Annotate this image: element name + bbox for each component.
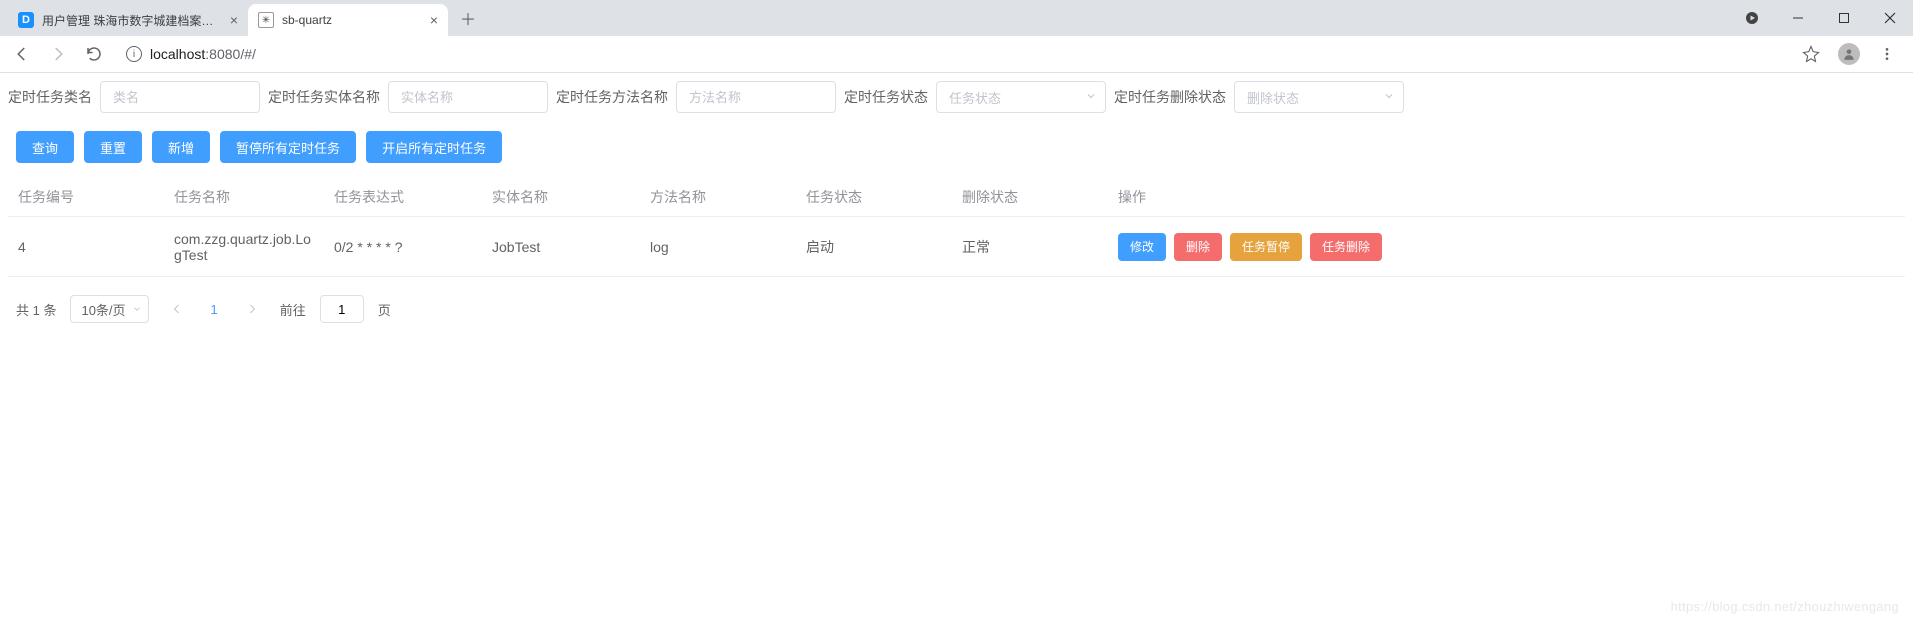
page-size-select[interactable]: 10条/页 (70, 295, 148, 323)
forward-button[interactable] (44, 40, 72, 68)
close-window-button[interactable] (1867, 0, 1913, 36)
row-delete-button[interactable]: 删除 (1174, 233, 1222, 261)
table-row: 4 com.zzg.quartz.job.LogTest 0/2 * * * *… (8, 217, 1905, 277)
next-page-button[interactable] (238, 295, 266, 323)
chevron-down-icon (1383, 90, 1395, 105)
chrome-menu-icon[interactable] (1873, 40, 1901, 68)
filter-status-select[interactable]: 任务状态 (936, 81, 1106, 113)
td-entity: JobTest (482, 239, 640, 255)
tab-bar: D 用户管理 珠海市数字城建档案管… × ✳ sb-quartz × ＋ (0, 0, 1913, 36)
td-delstatus: 正常 (952, 237, 1108, 257)
filter-entity-input[interactable] (388, 81, 548, 113)
td-ops: 修改 删除 任务暂停 任务删除 (1108, 233, 1905, 261)
row-remove-button[interactable]: 任务删除 (1310, 233, 1382, 261)
chevron-down-icon (132, 302, 142, 317)
new-tab-button[interactable]: ＋ (454, 4, 482, 32)
start-all-button[interactable]: 开启所有定时任务 (366, 131, 502, 163)
filter-delstatus-label: 定时任务删除状态 (1114, 87, 1226, 107)
td-name: com.zzg.quartz.job.LogTest (164, 231, 324, 263)
filter-method-label: 定时任务方法名称 (556, 87, 668, 107)
td-expr: 0/2 * * * * ? (324, 239, 482, 255)
filter-class-label: 定时任务类名 (8, 87, 92, 107)
th-id: 任务编号 (8, 187, 164, 207)
tab-2-favicon-icon: ✳ (258, 12, 274, 28)
tab-2-title: sb-quartz (282, 13, 422, 27)
browser-chrome: D 用户管理 珠海市数字城建档案管… × ✳ sb-quartz × ＋ (0, 0, 1913, 73)
th-method: 方法名称 (640, 187, 796, 207)
tab-1-favicon-icon: D (18, 12, 34, 28)
filter-class-input[interactable] (100, 81, 260, 113)
url-box[interactable]: i localhost:8080/#/ (116, 40, 1789, 68)
media-icon[interactable] (1729, 0, 1775, 36)
th-entity: 实体名称 (482, 187, 640, 207)
row-pause-button[interactable]: 任务暂停 (1230, 233, 1302, 261)
tab-2[interactable]: ✳ sb-quartz × (248, 4, 448, 36)
filter-status-placeholder: 任务状态 (949, 88, 1001, 107)
jump-page-input[interactable] (320, 295, 364, 323)
chevron-down-icon (1085, 90, 1097, 105)
row-edit-button[interactable]: 修改 (1118, 233, 1166, 261)
pagination-total: 共 1 条 (16, 300, 56, 319)
filter-entity-label: 定时任务实体名称 (268, 87, 380, 107)
jump-prefix: 前往 (280, 300, 306, 319)
pause-all-button[interactable]: 暂停所有定时任务 (220, 131, 356, 163)
td-status: 启动 (796, 237, 952, 257)
page-size-value: 10条/页 (81, 300, 125, 319)
address-bar: i localhost:8080/#/ (0, 36, 1913, 72)
filter-status-label: 定时任务状态 (844, 87, 928, 107)
td-id: 4 (8, 239, 164, 255)
prev-page-button[interactable] (163, 295, 191, 323)
filter-delstatus-placeholder: 删除状态 (1247, 88, 1299, 107)
page-number[interactable]: 1 (205, 302, 224, 317)
filter-delstatus-select[interactable]: 删除状态 (1234, 81, 1404, 113)
jump-suffix: 页 (378, 300, 391, 319)
watermark: https://blog.csdn.net/zhouzhiwengang (1671, 599, 1899, 614)
filter-row: 定时任务类名 定时任务实体名称 定时任务方法名称 定时任务状态 任务状态 定时任… (8, 81, 1905, 113)
page-content: 定时任务类名 定时任务实体名称 定时任务方法名称 定时任务状态 任务状态 定时任… (0, 73, 1913, 323)
th-status: 任务状态 (796, 187, 952, 207)
tab-2-close-icon[interactable]: × (430, 12, 438, 28)
minimize-button[interactable] (1775, 0, 1821, 36)
table-header: 任务编号 任务名称 任务表达式 实体名称 方法名称 任务状态 删除状态 操作 (8, 177, 1905, 217)
th-name: 任务名称 (164, 187, 324, 207)
task-table: 任务编号 任务名称 任务表达式 实体名称 方法名称 任务状态 删除状态 操作 4… (8, 177, 1905, 277)
reset-button[interactable]: 重置 (84, 131, 142, 163)
site-info-icon[interactable]: i (126, 46, 142, 62)
maximize-button[interactable] (1821, 0, 1867, 36)
back-button[interactable] (8, 40, 36, 68)
pagination: 共 1 条 10条/页 1 前往 页 (8, 295, 1905, 323)
url-host: localhost:8080/#/ (150, 46, 256, 62)
action-button-row: 查询 重置 新增 暂停所有定时任务 开启所有定时任务 (8, 131, 1905, 163)
profile-avatar-icon[interactable] (1835, 40, 1863, 68)
reload-button[interactable] (80, 40, 108, 68)
td-method: log (640, 239, 796, 255)
tab-1-title: 用户管理 珠海市数字城建档案管… (42, 12, 222, 29)
tab-1-close-icon[interactable]: × (230, 12, 238, 28)
th-expr: 任务表达式 (324, 187, 482, 207)
query-button[interactable]: 查询 (16, 131, 74, 163)
filter-method-input[interactable] (676, 81, 836, 113)
th-ops: 操作 (1108, 187, 1905, 207)
tab-1[interactable]: D 用户管理 珠海市数字城建档案管… × (8, 4, 248, 36)
add-button[interactable]: 新增 (152, 131, 210, 163)
window-controls (1729, 0, 1913, 36)
th-delstatus: 删除状态 (952, 187, 1108, 207)
bookmark-star-icon[interactable] (1797, 40, 1825, 68)
